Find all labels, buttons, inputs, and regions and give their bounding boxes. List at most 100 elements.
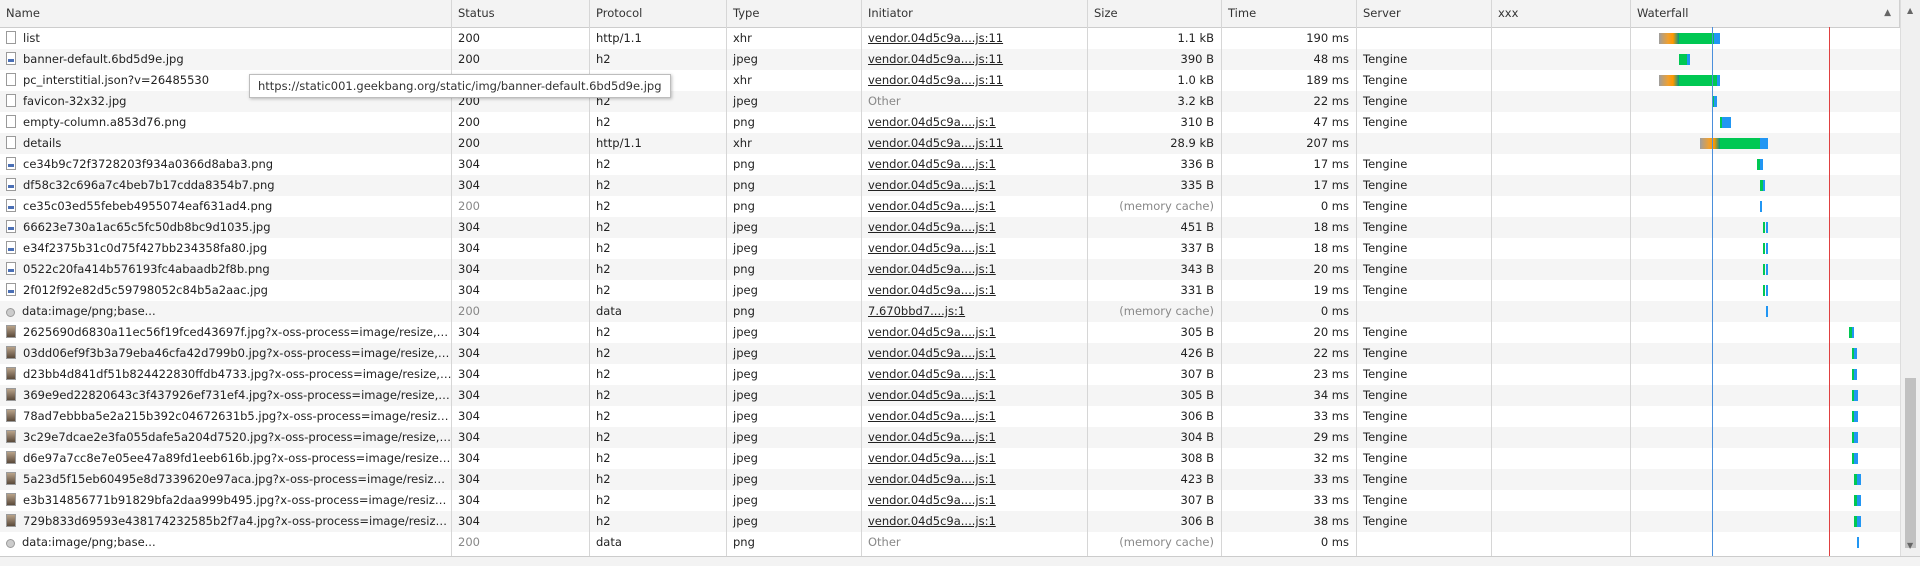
column-header-type[interactable]: Type (727, 0, 862, 27)
column-header-time[interactable]: Time (1222, 0, 1357, 27)
table-row[interactable]: 78ad7ebbba5e2a215b392c04672631b5.jpg?x-o… (0, 406, 1900, 427)
scroll-down-arrow-icon[interactable]: ▼ (1907, 541, 1913, 550)
table-row[interactable]: df58c32c696a7c4beb7b17cdda8354b7.png 304 h… (0, 175, 1900, 196)
scroll-up-arrow-icon[interactable]: ▲ (1907, 6, 1913, 15)
table-row[interactable]: list 200 http/1.1 xhr vendor.04d5c9a....js:1… (0, 28, 1900, 49)
request-name[interactable]: 2f012f92e82d5c59798052c84b5a2aac.jpg (23, 283, 268, 297)
cell-name: details (0, 133, 452, 154)
initiator-link[interactable]: vendor.04d5c9a....js:1 (862, 469, 1088, 490)
initiator-link[interactable]: 7.670bbd7....js:1 (862, 301, 1088, 322)
initiator-link[interactable]: vendor.04d5c9a....js:1 (862, 217, 1088, 238)
request-name[interactable]: ce34b9c72f3728203f934a0366d8aba3.png (23, 157, 273, 171)
column-header-server[interactable]: Server (1357, 0, 1492, 27)
waterfall-download-bar (1856, 495, 1861, 506)
request-name[interactable]: df58c32c696a7c4beb7b17cdda8354b7.png (23, 178, 275, 192)
column-divider[interactable] (1356, 0, 1357, 556)
column-header-initiator[interactable]: Initiator (862, 0, 1088, 27)
table-row[interactable]: d6e97a7cc8e7e05ee47a89fd1eeb616b.jpg?x-o… (0, 448, 1900, 469)
request-name[interactable]: list (23, 31, 40, 45)
initiator-link[interactable]: vendor.04d5c9a....js:1 (862, 175, 1088, 196)
table-row[interactable]: empty-column.a853d76.png 200 h2 png vendor.0… (0, 112, 1900, 133)
vertical-scrollbar[interactable]: ▲ ▼ (1900, 0, 1920, 556)
initiator-link[interactable]: vendor.04d5c9a....js:1 (862, 322, 1088, 343)
initiator-link[interactable]: vendor.04d5c9a....js:1 (862, 406, 1088, 427)
table-row[interactable]: e34f2375b31c0d75f427bb234358fa80.jpg 304 h… (0, 238, 1900, 259)
initiator-link[interactable]: vendor.04d5c9a....js:11 (862, 70, 1088, 91)
cell-time: 48 ms (1313, 52, 1349, 66)
table-row[interactable]: ce34b9c72f3728203f934a0366d8aba3.png 304 h… (0, 154, 1900, 175)
request-name[interactable]: favicon-32x32.jpg (23, 94, 126, 108)
initiator-link[interactable]: vendor.04d5c9a....js:11 (862, 133, 1088, 154)
request-name[interactable]: empty-column.a853d76.png (23, 115, 186, 129)
table-row[interactable]: 2625690d6830a11ec56f19fced43697f.jpg?x-o… (0, 322, 1900, 343)
column-divider[interactable] (861, 0, 862, 556)
initiator-link[interactable]: vendor.04d5c9a....js:1 (862, 490, 1088, 511)
request-name[interactable]: e34f2375b31c0d75f427bb234358fa80.jpg (23, 241, 267, 255)
request-name[interactable]: ce35c03ed55febeb4955074eaf631ad4.png (23, 199, 272, 213)
request-name[interactable]: 0522c20fa414b576193fc4abaadb2f8b.png (23, 262, 270, 276)
table-row[interactable]: 0522c20fa414b576193fc4abaadb2f8b.png 304 h… (0, 259, 1900, 280)
request-name[interactable]: 03dd06ef9f3b3a79eba46cfa42d799b0.jpg?x-o… (23, 346, 452, 360)
table-row[interactable]: data:image/png;base... 200 data png 7.670bbd… (0, 301, 1900, 322)
scrollbar-thumb[interactable] (1905, 378, 1916, 548)
table-row[interactable]: d23bb4d841df51b824422830ffdb4733.jpg?x-o… (0, 364, 1900, 385)
cell-protocol: data (596, 535, 622, 549)
table-row[interactable]: 2f012f92e82d5c59798052c84b5a2aac.jpg 304 h… (0, 280, 1900, 301)
request-name[interactable]: pc_interstitial.json?v=26485530 (23, 73, 209, 87)
request-name[interactable]: d6e97a7cc8e7e05ee47a89fd1eeb616b.jpg?x-o… (23, 451, 452, 465)
request-name[interactable]: 78ad7ebbba5e2a215b392c04672631b5.jpg?x-o… (23, 409, 452, 423)
request-name[interactable]: 369e9ed22820643c3f437926ef731ef4.jpg?x-o… (23, 388, 452, 402)
request-name[interactable]: 66623e730a1ac65c5fc50db8bc9d1035.jpg (23, 220, 271, 234)
column-divider[interactable] (1087, 0, 1088, 556)
initiator-link[interactable]: vendor.04d5c9a....js:1 (862, 511, 1088, 532)
initiator-link[interactable]: vendor.04d5c9a....js:1 (862, 238, 1088, 259)
request-name[interactable]: 5a23d5f15eb60495e8d7339620e97aca.jpg?x-o… (23, 472, 452, 486)
initiator-link[interactable]: vendor.04d5c9a....js:1 (862, 427, 1088, 448)
cell-xxx (1492, 301, 1631, 322)
request-name[interactable]: data:image/png;base... (22, 535, 156, 549)
column-header-waterfall[interactable]: Waterfall ▲ (1631, 0, 1900, 27)
request-name[interactable]: 3c29e7dcae2e3fa055dafe5a204d7520.jpg?x-o… (23, 430, 452, 444)
initiator-link[interactable]: vendor.04d5c9a....js:1 (862, 259, 1088, 280)
column-divider[interactable] (1630, 0, 1631, 556)
table-row[interactable]: 66623e730a1ac65c5fc50db8bc9d1035.jpg 304 h… (0, 217, 1900, 238)
table-row[interactable]: 369e9ed22820643c3f437926ef731ef4.jpg?x-o… (0, 385, 1900, 406)
initiator-link[interactable]: vendor.04d5c9a....js:1 (862, 112, 1088, 133)
table-row[interactable]: 03dd06ef9f3b3a79eba46cfa42d799b0.jpg?x-o… (0, 343, 1900, 364)
table-row[interactable]: 729b833d69593e438174232585b2f7a4.jpg?x-o… (0, 511, 1900, 532)
cell-xxx (1492, 133, 1631, 154)
initiator-link[interactable]: vendor.04d5c9a....js:1 (862, 385, 1088, 406)
request-name[interactable]: data:image/png;base... (22, 304, 156, 318)
table-row[interactable]: e3b314856771b91829bfa2daa999b495.jpg?x-o… (0, 490, 1900, 511)
initiator-link[interactable]: vendor.04d5c9a....js:11 (862, 28, 1088, 49)
request-name[interactable]: details (23, 136, 61, 150)
request-name[interactable]: 2625690d6830a11ec56f19fced43697f.jpg?x-o… (23, 325, 452, 339)
initiator-link[interactable]: vendor.04d5c9a....js:1 (862, 448, 1088, 469)
request-name[interactable]: banner-default.6bd5d9e.jpg (23, 52, 184, 66)
column-divider[interactable] (726, 0, 727, 556)
column-header-status[interactable]: Status (452, 0, 590, 27)
initiator-link[interactable]: vendor.04d5c9a....js:1 (862, 196, 1088, 217)
initiator-link[interactable]: vendor.04d5c9a....js:1 (862, 280, 1088, 301)
initiator-link[interactable]: vendor.04d5c9a....js:1 (862, 364, 1088, 385)
request-name[interactable]: e3b314856771b91829bfa2daa999b495.jpg?x-o… (23, 493, 452, 507)
initiator-link[interactable]: vendor.04d5c9a....js:11 (862, 49, 1088, 70)
initiator-link[interactable]: vendor.04d5c9a....js:1 (862, 343, 1088, 364)
table-row[interactable]: 3c29e7dcae2e3fa055dafe5a204d7520.jpg?x-o… (0, 427, 1900, 448)
initiator-link[interactable]: vendor.04d5c9a....js:1 (862, 154, 1088, 175)
image-file-icon (6, 199, 16, 212)
column-header-name[interactable]: Name (0, 0, 452, 27)
column-header-protocol[interactable]: Protocol (590, 0, 727, 27)
table-row[interactable]: banner-default.6bd5d9e.jpg 200 h2 jpeg vendo… (0, 49, 1900, 70)
column-header-xxx[interactable]: xxx (1492, 0, 1631, 27)
cell-type: png (733, 157, 755, 171)
column-divider[interactable] (1221, 0, 1222, 556)
request-name[interactable]: d23bb4d841df51b824422830ffdb4733.jpg?x-o… (23, 367, 452, 381)
request-name[interactable]: 729b833d69593e438174232585b2f7a4.jpg?x-o… (23, 514, 452, 528)
table-row[interactable]: ce35c03ed55febeb4955074eaf631ad4.png 200 h… (0, 196, 1900, 217)
table-row[interactable]: data:image/png;base... 200 data png Other (me… (0, 532, 1900, 553)
table-row[interactable]: details 200 http/1.1 xhr vendor.04d5c9a....j… (0, 133, 1900, 154)
table-row[interactable]: 5a23d5f15eb60495e8d7339620e97aca.jpg?x-o… (0, 469, 1900, 490)
column-header-size[interactable]: Size (1088, 0, 1222, 27)
column-divider[interactable] (1491, 0, 1492, 556)
